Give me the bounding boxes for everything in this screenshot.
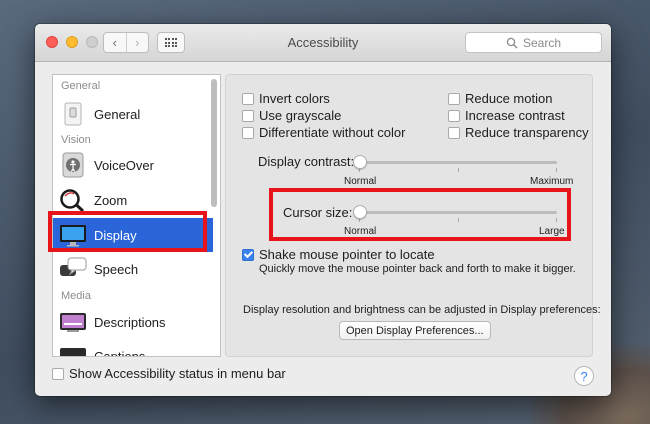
tv-descriptions-icon [60,313,86,332]
sidebar-item-label: General [94,106,141,122]
use-grayscale-checkbox[interactable]: Use grayscale [242,108,341,123]
display-contrast-label: Display contrast: [258,154,355,169]
sidebar-item-label: Descriptions [94,314,166,330]
checkbox-box[interactable] [448,92,460,105]
checkbox-label: Use grayscale [259,108,342,123]
highlight-box-cursor-size [269,188,571,241]
sidebar-section-general: General [61,80,101,92]
checkbox-box[interactable] [448,109,460,122]
search-icon [506,37,518,48]
display-contrast-track[interactable] [359,161,557,164]
display-prefs-note: Display resolution and brightness can be… [243,304,601,316]
sidebar-item-label: Speech [94,261,139,277]
accessibility-window: ‹ › Accessibility Search General General [35,24,611,396]
sidebar-item-general[interactable]: General [53,97,213,131]
sidebar-item-captions[interactable]: Captions [53,339,213,357]
display-contrast-slider-thumb[interactable] [353,155,367,169]
checkbox-label: Reduce transparency [465,125,589,140]
checkbox-box[interactable] [242,126,254,139]
checkbox-label: Differentiate without color [259,125,406,140]
sidebar-section-vision: Vision [61,134,91,146]
sidebar-item-label: Zoom [94,192,128,208]
show-status-in-menu-bar-checkbox[interactable]: Show Accessibility status in menu bar [52,366,286,381]
checkbox-label: Shake mouse pointer to locate [259,247,435,262]
checkbox-box[interactable] [448,126,460,139]
slider-tick [556,168,557,172]
help-button[interactable]: ? [574,366,594,386]
highlight-box-display-item [48,211,207,252]
search-field[interactable]: Search [465,32,602,53]
checkbox-box[interactable] [52,367,64,380]
open-display-preferences-button[interactable]: Open Display Preferences... [339,321,491,340]
reduce-motion-checkbox[interactable]: Reduce motion [448,91,552,106]
sidebar-item-label: VoiceOver [94,157,154,173]
shake-mouse-pointer-checkbox[interactable]: Shake mouse pointer to locate [242,247,435,262]
checkbox-label: Invert colors [259,91,330,106]
switch-panel-icon [64,102,82,126]
checkbox-box[interactable] [242,92,254,105]
shake-mouse-description: Quickly move the mouse pointer back and … [259,263,576,275]
differentiate-without-color-checkbox[interactable]: Differentiate without color [242,125,405,140]
reduce-transparency-checkbox[interactable]: Reduce transparency [448,125,589,140]
contrast-max-label: Maximum [530,176,574,187]
checkbox-label: Show Accessibility status in menu bar [69,366,286,381]
checkbox-box[interactable] [242,109,254,122]
magnifier-icon [60,189,85,213]
checkbox-label: Reduce motion [465,91,553,106]
slider-tick [458,168,459,172]
voiceover-speaker-icon [62,152,84,178]
captions-icon [60,348,86,356]
title-bar: ‹ › Accessibility Search [35,24,611,62]
question-mark-icon: ? [580,368,588,384]
increase-contrast-checkbox[interactable]: Increase contrast [448,108,565,123]
checkbox-label: Increase contrast [465,108,565,123]
invert-colors-checkbox[interactable]: Invert colors [242,91,330,106]
checkbox-box[interactable] [242,248,254,261]
sidebar-item-speech[interactable]: Speech [53,252,213,286]
contrast-min-label: Normal [344,176,377,187]
sidebar-item-descriptions[interactable]: Descriptions [53,305,213,339]
search-placeholder: Search [522,35,562,50]
sidebar-section-media: Media [61,290,91,302]
sidebar-item-label: Captions [94,348,146,357]
sidebar-item-voiceover[interactable]: VoiceOver [53,148,213,182]
speech-bubble-icon [60,257,87,276]
